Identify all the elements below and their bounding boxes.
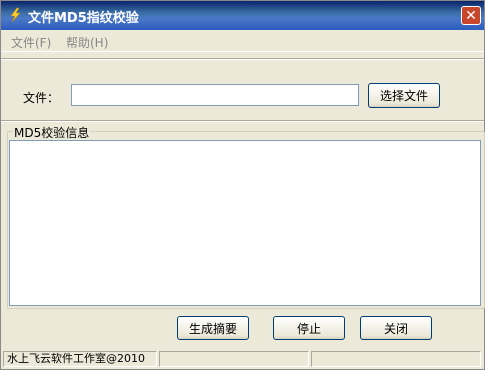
choose-file-label: 选择文件 — [379, 89, 428, 103]
status-pane-copyright: 水上飞云软件工作室@2010 — [3, 351, 157, 367]
file-label: 文件： — [23, 91, 60, 105]
stop-button[interactable]: 停止 — [273, 316, 345, 340]
md5-info-textarea[interactable] — [9, 140, 481, 306]
lightning-icon — [7, 7, 23, 23]
choose-file-button[interactable]: 选择文件 — [368, 83, 440, 108]
close-icon: ✕ — [465, 7, 477, 24]
main-window: 文件MD5指纹校验 ✕ 文件(F) 帮助(H) 文件： 选择文件 MD5校验信息… — [0, 0, 485, 370]
md5-info-group-label: MD5校验信息 — [13, 124, 91, 141]
title-bar[interactable]: 文件MD5指纹校验 ✕ — [1, 1, 484, 30]
menu-bar: 文件(F) 帮助(H) — [1, 30, 484, 52]
close-button[interactable]: 关闭 — [360, 316, 432, 340]
generate-digest-button[interactable]: 生成摘要 — [177, 316, 249, 340]
status-pane-2 — [159, 351, 309, 367]
status-bar: 水上飞云软件工作室@2010 — [1, 349, 484, 369]
menu-help[interactable]: 帮助(H) — [66, 34, 108, 51]
close-label: 关闭 — [383, 321, 408, 336]
window-title: 文件MD5指纹校验 — [28, 11, 139, 26]
menu-file[interactable]: 文件(F) — [11, 34, 51, 51]
middle-divider — [1, 120, 484, 122]
file-path-input[interactable] — [71, 84, 359, 106]
generate-digest-label: 生成摘要 — [188, 321, 237, 336]
stop-label: 停止 — [296, 321, 321, 336]
top-divider — [1, 58, 484, 60]
status-pane-3 — [311, 351, 481, 367]
close-window-button[interactable]: ✕ — [461, 6, 481, 25]
